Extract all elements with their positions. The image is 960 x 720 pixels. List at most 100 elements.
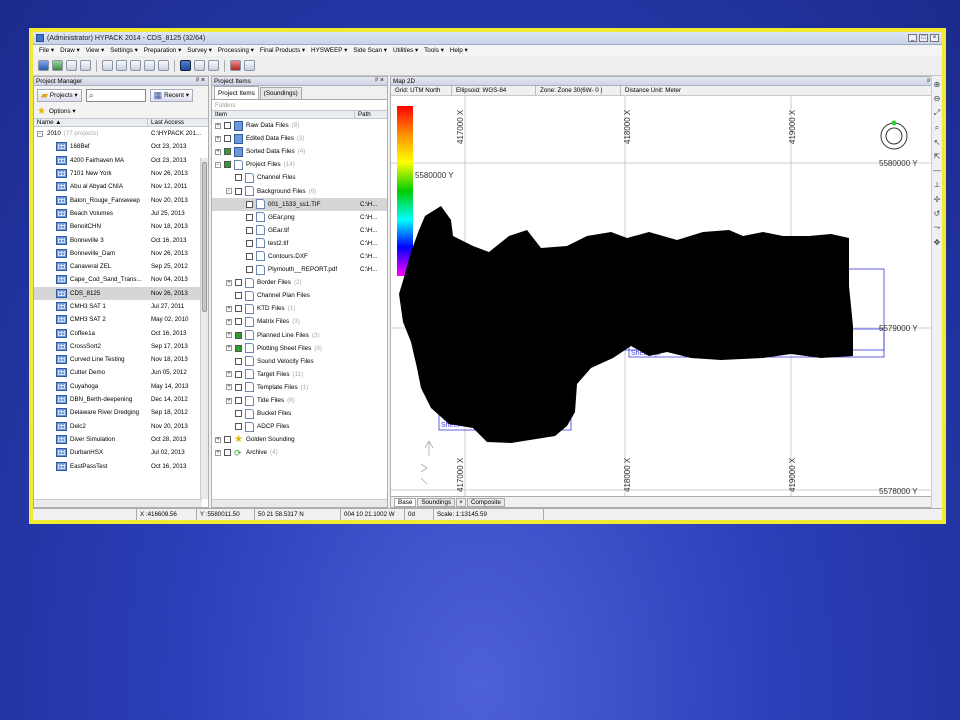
tree-item[interactable]: - Project Files (14) bbox=[212, 158, 387, 171]
tree-item[interactable]: Sound Velocity Files bbox=[212, 355, 387, 368]
item-checkbox[interactable] bbox=[235, 331, 242, 339]
item-checkbox[interactable] bbox=[246, 239, 253, 247]
item-checkbox[interactable] bbox=[235, 370, 242, 378]
zoom-extents-icon[interactable]: ⤢ bbox=[934, 108, 940, 118]
scroll-thumb[interactable] bbox=[202, 162, 207, 312]
search-input[interactable]: ⌕ bbox=[85, 88, 146, 102]
globe-icon[interactable] bbox=[52, 60, 63, 71]
project-row[interactable]: Coffee1a Oct 16, 2013 bbox=[34, 326, 208, 339]
close-panel-icon[interactable]: ᵖ × bbox=[375, 77, 384, 84]
maximize-button[interactable]: □ bbox=[919, 34, 928, 42]
recent-button[interactable]: ▦ Recent ▾ bbox=[149, 88, 193, 102]
menu-item[interactable]: Settings ▾ bbox=[110, 47, 138, 54]
target-icon[interactable]: ✥ bbox=[934, 238, 941, 247]
item-checkbox[interactable] bbox=[224, 436, 231, 444]
item-checkbox[interactable] bbox=[224, 122, 231, 130]
project-group[interactable]: - 2010 (77 projects) C:\HYPACK 201... bbox=[34, 127, 208, 140]
ruler-icon[interactable]: — bbox=[933, 166, 941, 175]
menu-item[interactable]: Utilities ▾ bbox=[393, 47, 418, 54]
tree-item[interactable]: Bucket Files bbox=[212, 407, 387, 420]
projects-button[interactable]: ▰ Projects ▾ bbox=[37, 88, 82, 102]
collapse-icon[interactable]: - bbox=[37, 130, 43, 137]
expand-icon[interactable]: + bbox=[215, 436, 221, 443]
pencil-icon[interactable] bbox=[102, 60, 113, 71]
tree-item[interactable]: + Border Files (2) bbox=[212, 276, 387, 289]
tree-item[interactable]: Contours.DXF C:\H... bbox=[212, 250, 387, 263]
menu-item[interactable]: File ▾ bbox=[39, 47, 54, 54]
menu-item[interactable]: Final Products ▾ bbox=[260, 47, 305, 54]
collapse-icon[interactable]: - bbox=[226, 188, 232, 195]
chart-icon[interactable] bbox=[80, 60, 91, 71]
expand-icon[interactable]: + bbox=[215, 148, 221, 155]
column-path[interactable]: Path bbox=[355, 111, 385, 118]
north-icon[interactable]: ✢ bbox=[934, 195, 941, 204]
zoom-in-icon[interactable]: ⊕ bbox=[934, 80, 941, 89]
tree-item[interactable]: + ★ Golden Sounding bbox=[212, 433, 387, 446]
project-list-scrollbar[interactable] bbox=[200, 158, 208, 499]
item-checkbox[interactable] bbox=[235, 279, 242, 287]
map-2d-icon[interactable] bbox=[180, 60, 191, 71]
project-row[interactable]: Cape_Cod_Sand_Trans... Nov 04, 2013 bbox=[34, 273, 208, 286]
close-panel-icon[interactable]: ᵖ × bbox=[196, 77, 205, 84]
tree-item[interactable]: + Edited Data Files (3) bbox=[212, 132, 387, 145]
select-icon[interactable]: ⇱ bbox=[934, 152, 941, 161]
tree-item[interactable]: + Plotting Sheet Files (9) bbox=[212, 342, 387, 355]
tree-item[interactable]: ADCP Files bbox=[212, 420, 387, 433]
menu-item[interactable]: HYSWEEP ▾ bbox=[311, 47, 347, 54]
item-checkbox[interactable] bbox=[246, 226, 253, 234]
menu-item[interactable]: Processing ▾ bbox=[218, 47, 254, 54]
measure-icon[interactable]: ⟂ bbox=[934, 180, 939, 190]
expand-icon[interactable]: + bbox=[215, 135, 221, 142]
tree-item[interactable]: + Matrix Files (3) bbox=[212, 315, 387, 328]
project-row[interactable]: BenoitCHN Nov 18, 2013 bbox=[34, 220, 208, 233]
tree-item[interactable]: + Tide Files (8) bbox=[212, 394, 387, 407]
tab-soundings[interactable]: Soundings bbox=[417, 497, 456, 507]
project-row[interactable]: Baton_Rouge_Fansweep Nov 20, 2013 bbox=[34, 193, 208, 206]
tree-item[interactable]: + Planned Line Files (3) bbox=[212, 329, 387, 342]
tree-item[interactable]: Channel Files bbox=[212, 171, 387, 184]
document-icon[interactable] bbox=[144, 60, 155, 71]
item-checkbox[interactable] bbox=[235, 187, 242, 195]
tools-icon[interactable] bbox=[116, 60, 127, 71]
expand-icon[interactable]: + bbox=[226, 397, 232, 404]
column-name[interactable]: Name ▲ bbox=[34, 119, 148, 126]
project-row[interactable]: EastPassTest Oct 16, 2013 bbox=[34, 459, 208, 472]
project-row[interactable]: Cutter Demo Jun 05, 2012 bbox=[34, 366, 208, 379]
item-checkbox[interactable] bbox=[235, 423, 242, 431]
item-checkbox[interactable] bbox=[224, 449, 231, 457]
item-checkbox[interactable] bbox=[224, 161, 231, 169]
column-last-access[interactable]: Last Access bbox=[148, 119, 202, 126]
database-icon[interactable] bbox=[66, 60, 77, 71]
menu-item[interactable]: Draw ▾ bbox=[60, 47, 80, 54]
tab-composite[interactable]: Composite bbox=[466, 497, 505, 507]
expand-icon[interactable]: + bbox=[215, 122, 221, 129]
project-row[interactable]: Delc2 Nov 20, 2013 bbox=[34, 420, 208, 433]
collapse-icon[interactable]: - bbox=[215, 161, 221, 168]
project-row[interactable]: CMH3 SAT 1 Jul 27, 2011 bbox=[34, 300, 208, 313]
expand-icon[interactable]: + bbox=[226, 332, 232, 339]
item-checkbox[interactable] bbox=[224, 148, 231, 156]
tree-item[interactable]: + Target Files (11) bbox=[212, 368, 387, 381]
item-checkbox[interactable] bbox=[235, 383, 242, 391]
zoom-window-icon[interactable]: ⌕ bbox=[935, 123, 939, 133]
project-row[interactable]: Bonneville 3 Oct 16, 2013 bbox=[34, 233, 208, 246]
project-row[interactable]: Diver Simulation Oct 28, 2013 bbox=[34, 433, 208, 446]
rotate-icon[interactable]: ↺ bbox=[934, 209, 941, 218]
tree-item[interactable]: + KTD Files (1) bbox=[212, 302, 387, 315]
delete-icon[interactable] bbox=[230, 60, 241, 71]
menu-item[interactable]: Tools ▾ bbox=[424, 47, 444, 54]
expand-icon[interactable]: + bbox=[226, 345, 232, 352]
archive-icon[interactable] bbox=[244, 60, 255, 71]
close-tab-icon[interactable]: × bbox=[456, 497, 466, 507]
items-hscroll[interactable] bbox=[212, 499, 387, 507]
close-button[interactable]: × bbox=[930, 34, 939, 42]
pointer-icon[interactable]: ↖ bbox=[934, 138, 941, 147]
item-checkbox[interactable] bbox=[224, 135, 231, 143]
book-icon[interactable] bbox=[158, 60, 169, 71]
item-checkbox[interactable] bbox=[235, 292, 242, 300]
item-checkbox[interactable] bbox=[235, 410, 242, 418]
item-checkbox[interactable] bbox=[246, 266, 253, 274]
menu-item[interactable]: Survey ▾ bbox=[187, 47, 212, 54]
menu-item[interactable]: Preparation ▾ bbox=[144, 47, 181, 54]
menu-item[interactable]: Side Scan ▾ bbox=[353, 47, 387, 54]
